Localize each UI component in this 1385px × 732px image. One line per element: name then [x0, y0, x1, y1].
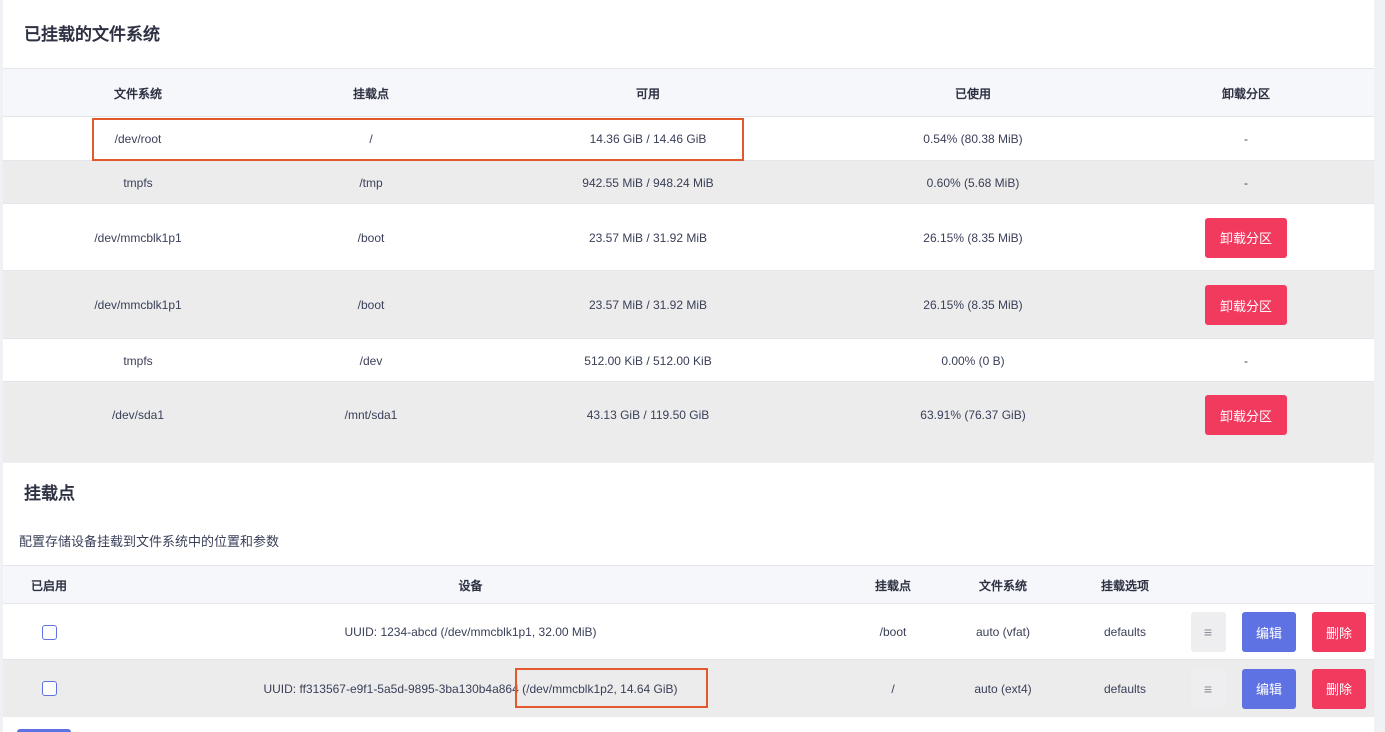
row-unmount-placeholder: - [1244, 132, 1248, 146]
mounted-filesystems-panel: 已挂载的文件系统 文件系统 挂载点 可用 已使用 卸载分区 /dev/root … [3, 0, 1374, 462]
row-used: 0.54% (80.38 MiB) [923, 132, 1023, 146]
table-row: tmpfs /dev 512.00 KiB / 512.00 KiB 0.00%… [3, 338, 1374, 382]
row-mountpoint: /mnt/sda1 [344, 408, 398, 422]
row-used: 26.15% (8.35 MiB) [923, 230, 1023, 245]
unmount-button[interactable]: 卸载分区 [1205, 217, 1287, 258]
row-mountpoint: / [891, 681, 895, 696]
header-enabled: 已启用 [30, 578, 67, 593]
table-row: UUID: ff313567-e9f1-5a5d-9895-3ba130b4a8… [3, 659, 1374, 717]
mounted-table-header: 文件系统 挂载点 可用 已使用 卸载分区 [3, 68, 1374, 117]
row-used: 0.00% (0 B) [941, 353, 1005, 368]
header-unmount: 卸载分区 [1221, 86, 1270, 101]
table-row: /dev/mmcblk1p1 /boot 23.57 MiB / 31.92 M… [3, 203, 1374, 271]
row-available: 512.00 KiB / 512.00 KiB [584, 353, 712, 368]
row-filesystem: auto (ext4) [974, 681, 1032, 696]
row-mountpoint: /boot [357, 298, 385, 312]
row-mountpoint: / [369, 132, 373, 146]
enabled-checkbox[interactable] [41, 624, 57, 640]
delete-button[interactable]: 删除 [1312, 612, 1366, 652]
row-filesystem: auto (vfat) [975, 625, 1031, 639]
row-filesystem: /dev/sda1 [111, 408, 165, 422]
header-mountpoint: 挂载点 [352, 86, 389, 101]
mountpoints-panel: 挂载点 配置存储设备挂载到文件系统中的位置和参数 已启用 设备 挂载点 文件系统… [3, 463, 1374, 732]
table-row: UUID: 1234-abcd (/dev/mmcblk1p1, 32.00 M… [3, 603, 1374, 660]
drag-handle-icon[interactable]: ≡ [1190, 668, 1226, 709]
row-device: UUID: ff313567-e9f1-5a5d-9895-3ba130b4a8… [263, 681, 678, 696]
row-mountpoint: /boot [879, 625, 907, 639]
delete-button[interactable]: 删除 [1312, 668, 1366, 709]
table-row: /dev/root / 14.36 GiB / 14.46 GiB 0.54% … [3, 116, 1374, 161]
mounted-filesystems-title: 已挂载的文件系统 [24, 25, 160, 44]
header-device: 设备 [458, 578, 483, 593]
row-device: UUID: 1234-abcd (/dev/mmcblk1p1, 32.00 M… [344, 625, 597, 639]
row-used: 0.60% (5.68 MiB) [926, 175, 1020, 190]
mountpoints-table-header: 已启用 设备 挂载点 文件系统 挂载选项 [3, 565, 1374, 604]
row-available: 23.57 MiB / 31.92 MiB [588, 298, 708, 312]
row-unmount-placeholder: - [1244, 175, 1248, 190]
row-available: 14.36 GiB / 14.46 GiB [589, 132, 707, 146]
row-mountpoint: /tmp [359, 175, 383, 190]
row-mountpoint: /dev [359, 353, 383, 368]
row-available: 942.55 MiB / 948.24 MiB [582, 175, 714, 190]
table-row: /dev/mmcblk1p1 /boot 23.57 MiB / 31.92 M… [3, 270, 1374, 339]
row-used: 26.15% (8.35 MiB) [923, 298, 1023, 312]
row-mount-options: defaults [1103, 625, 1147, 639]
header-filesystem: 文件系统 [978, 578, 1027, 593]
row-filesystem: /dev/mmcblk1p1 [94, 230, 182, 245]
header-mount-options: 挂载选项 [1100, 578, 1149, 593]
mountpoints-title: 挂载点 [24, 484, 75, 503]
row-used: 63.91% (76.37 GiB) [920, 408, 1026, 422]
mountpoints-description: 配置存储设备挂载到文件系统中的位置和参数 [19, 534, 280, 549]
unmount-button[interactable]: 卸载分区 [1205, 285, 1287, 325]
row-available: 23.57 MiB / 31.92 MiB [588, 230, 708, 245]
header-filesystem: 文件系统 [113, 86, 162, 101]
row-filesystem: /dev/root [114, 132, 162, 146]
edit-button[interactable]: 编辑 [1242, 612, 1296, 652]
table-row: /dev/sda1 /mnt/sda1 43.13 GiB / 119.50 G… [3, 381, 1374, 462]
header-available: 可用 [635, 86, 660, 101]
header-mountpoint: 挂载点 [874, 578, 911, 593]
row-filesystem: /dev/mmcblk1p1 [94, 298, 182, 312]
drag-handle-icon[interactable]: ≡ [1190, 612, 1226, 652]
row-filesystem: tmpfs [123, 175, 153, 190]
row-mountpoint: /boot [357, 230, 385, 245]
row-available: 43.13 GiB / 119.50 GiB [586, 408, 710, 422]
table-row: tmpfs /tmp 942.55 MiB / 948.24 MiB 0.60%… [3, 160, 1374, 204]
row-unmount-placeholder: - [1244, 353, 1248, 368]
enabled-checkbox[interactable] [41, 681, 57, 696]
unmount-button[interactable]: 卸载分区 [1205, 395, 1287, 435]
edit-button[interactable]: 编辑 [1242, 668, 1296, 709]
row-filesystem: tmpfs [123, 353, 153, 368]
header-used: 已使用 [954, 86, 991, 101]
row-mount-options: defaults [1103, 681, 1147, 696]
